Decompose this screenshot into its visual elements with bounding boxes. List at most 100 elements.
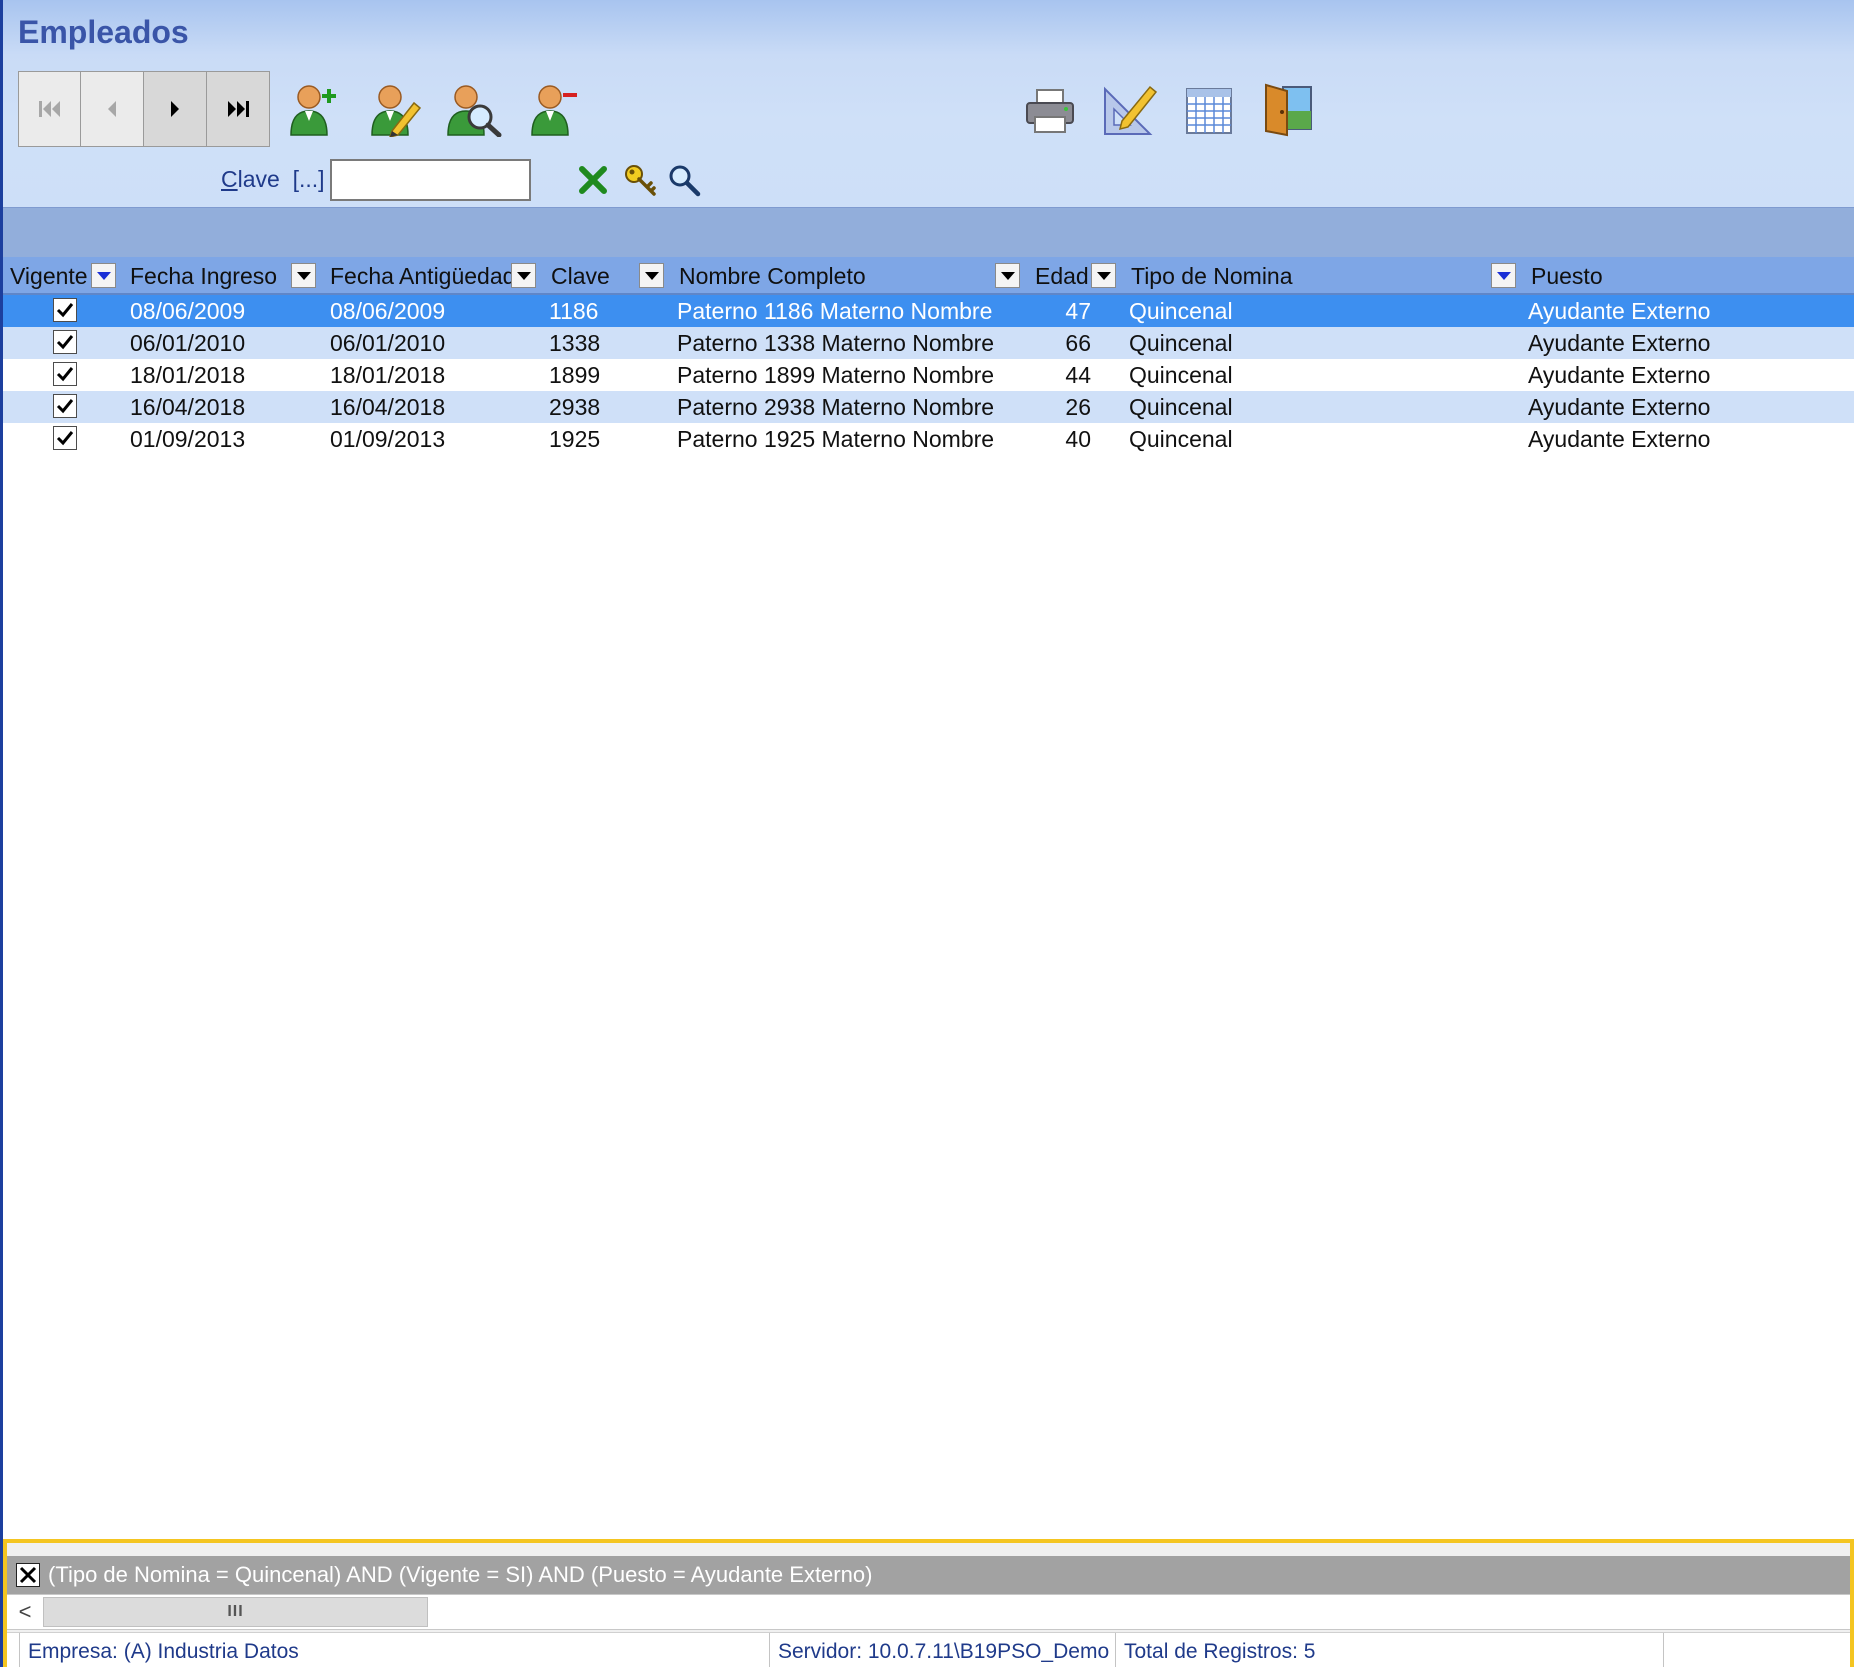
clave-search-input[interactable] bbox=[330, 159, 531, 201]
toolbar-area: Empleados Clave [...] bbox=[3, 0, 1854, 207]
cell-fecha-ingreso: 08/06/2009 bbox=[130, 298, 246, 324]
cell-clave: 1186 bbox=[549, 298, 599, 324]
cell-tipo-nomina: Quincenal bbox=[1129, 426, 1233, 452]
cell-fecha-ingreso: 16/04/2018 bbox=[130, 394, 246, 420]
last-record-icon bbox=[228, 101, 249, 117]
add-employee-icon bbox=[290, 85, 336, 136]
column-header-vigente[interactable]: Vigente bbox=[10, 257, 88, 295]
key-search-button[interactable] bbox=[623, 163, 657, 197]
status-empty-panel bbox=[1663, 1633, 1850, 1667]
cell-nombre: Paterno 1186 Materno Nombre bbox=[677, 298, 993, 324]
close-icon bbox=[19, 1566, 37, 1584]
cell-puesto: Ayudante Externo bbox=[1528, 330, 1711, 356]
chevron-down-icon bbox=[644, 271, 659, 280]
vigente-checkbox[interactable] bbox=[53, 362, 77, 386]
print-button[interactable] bbox=[1022, 83, 1078, 139]
last-record-button[interactable] bbox=[207, 71, 270, 147]
exit-button[interactable] bbox=[1261, 81, 1317, 137]
chevron-down-icon bbox=[296, 271, 311, 280]
cell-nombre: Paterno 1338 Materno Nombre bbox=[677, 330, 995, 356]
status-bar: Empresa: (A) Industria Datos Servidor: 1… bbox=[7, 1632, 1850, 1667]
cell-fecha-antiguedad: 01/09/2013 bbox=[330, 426, 446, 452]
column-header-puesto[interactable]: Puesto bbox=[1531, 257, 1603, 295]
search-employee-icon bbox=[447, 85, 502, 137]
printer-icon bbox=[1026, 89, 1074, 133]
cell-puesto: Ayudante Externo bbox=[1528, 362, 1711, 388]
add-employee-button[interactable] bbox=[286, 81, 342, 137]
filter-dropdown-fecha-ingreso[interactable] bbox=[291, 263, 316, 288]
cell-edad: 40 bbox=[1065, 426, 1091, 452]
clave-label-hotkey: C bbox=[221, 166, 238, 192]
vigente-checkbox[interactable] bbox=[53, 394, 77, 418]
column-header-nombre-completo[interactable]: Nombre Completo bbox=[679, 257, 866, 295]
group-by-band bbox=[3, 207, 1854, 257]
active-filter-text[interactable]: (Tipo de Nomina = Quincenal) AND (Vigent… bbox=[48, 1556, 872, 1594]
cell-clave: 2938 bbox=[549, 394, 601, 420]
edit-employee-icon bbox=[371, 85, 422, 137]
previous-record-button[interactable] bbox=[81, 71, 144, 147]
cell-edad: 47 bbox=[1065, 298, 1091, 324]
column-header-fecha-ingreso[interactable]: Fecha Ingreso bbox=[130, 257, 277, 295]
design-button[interactable] bbox=[1102, 81, 1158, 137]
first-record-button[interactable] bbox=[18, 71, 81, 147]
cell-clave: 1899 bbox=[549, 362, 601, 388]
chevron-down-icon bbox=[1096, 271, 1111, 280]
design-ruler-icon bbox=[1104, 85, 1158, 135]
table-row[interactable]: 06/01/2010 06/01/2010 1338 Paterno 1338 … bbox=[3, 327, 1854, 359]
vigente-checkbox[interactable] bbox=[53, 330, 77, 354]
edit-employee-button[interactable] bbox=[367, 81, 423, 137]
filter-dropdown-nombre-completo[interactable] bbox=[995, 263, 1020, 288]
cell-clave: 1925 bbox=[549, 426, 601, 452]
clear-filter-button[interactable] bbox=[16, 1563, 40, 1587]
table-row[interactable]: 01/09/2013 01/09/2013 1925 Paterno 1925 … bbox=[3, 423, 1854, 455]
next-record-button[interactable] bbox=[144, 71, 207, 147]
cell-fecha-ingreso: 18/01/2018 bbox=[130, 362, 246, 388]
column-header-tipo-nomina[interactable]: Tipo de Nomina bbox=[1131, 257, 1293, 295]
column-header-clave[interactable]: Clave bbox=[551, 257, 610, 295]
filter-dropdown-clave[interactable] bbox=[639, 263, 664, 288]
cell-puesto: Ayudante Externo bbox=[1528, 426, 1711, 452]
column-header-fecha-antiguedad[interactable]: Fecha Antigüedad bbox=[330, 257, 515, 295]
cell-fecha-antiguedad: 08/06/2009 bbox=[330, 298, 446, 324]
scrollbar-thumb[interactable]: III bbox=[43, 1597, 428, 1627]
search-employee-button[interactable] bbox=[446, 81, 502, 137]
cell-puesto: Ayudante Externo bbox=[1528, 394, 1711, 420]
cell-tipo-nomina: Quincenal bbox=[1129, 394, 1233, 420]
cell-nombre: Paterno 1925 Materno Nombre bbox=[677, 426, 995, 452]
clave-search-label[interactable]: Clave [...] bbox=[221, 166, 325, 193]
filter-dropdown-tipo-nomina[interactable] bbox=[1491, 263, 1516, 288]
grid-icon bbox=[1186, 88, 1232, 134]
table-row[interactable]: 08/06/2009 08/06/2009 1186 Paterno 1186 … bbox=[3, 295, 1854, 327]
remove-employee-button[interactable] bbox=[527, 81, 583, 137]
first-record-icon bbox=[38, 101, 60, 117]
status-total: Total de Registros: 5 bbox=[1115, 1633, 1663, 1667]
checkmark-icon bbox=[56, 431, 74, 446]
cell-clave: 1338 bbox=[549, 330, 601, 356]
vigente-checkbox[interactable] bbox=[53, 426, 77, 450]
grid-body: 08/06/2009 08/06/2009 1186 Paterno 1186 … bbox=[3, 295, 1854, 455]
filter-dropdown-fecha-antiguedad[interactable] bbox=[511, 263, 536, 288]
cell-tipo-nomina: Quincenal bbox=[1129, 330, 1233, 356]
checkmark-icon bbox=[56, 335, 74, 350]
find-button[interactable] bbox=[667, 163, 701, 197]
cell-tipo-nomina: Quincenal bbox=[1129, 362, 1233, 388]
cell-puesto: Ayudante Externo bbox=[1528, 298, 1711, 324]
clear-search-button[interactable] bbox=[576, 163, 610, 197]
window-title: Empleados bbox=[18, 14, 189, 50]
filter-dropdown-vigente[interactable] bbox=[91, 263, 116, 288]
table-row[interactable]: 18/01/2018 18/01/2018 1899 Paterno 1899 … bbox=[3, 359, 1854, 391]
status-empresa: Empresa: (A) Industria Datos bbox=[19, 1633, 769, 1667]
grid-view-button[interactable] bbox=[1181, 83, 1237, 139]
column-header-edad[interactable]: Edad bbox=[1035, 257, 1089, 295]
employees-window: Empleados Clave [...] Vigente Fecha Ingr… bbox=[0, 0, 1854, 1667]
remove-employee-icon bbox=[531, 85, 577, 136]
checkmark-icon bbox=[56, 367, 74, 382]
scroll-left-button[interactable]: < bbox=[10, 1596, 40, 1628]
vigente-checkbox[interactable] bbox=[53, 298, 77, 322]
horizontal-scrollbar[interactable]: < III bbox=[7, 1594, 1850, 1630]
table-row[interactable]: 16/04/2018 16/04/2018 2938 Paterno 2938 … bbox=[3, 391, 1854, 423]
status-servidor: Servidor: 10.0.7.11\B19PSO_Demo bbox=[769, 1633, 1115, 1667]
key-icon bbox=[625, 165, 656, 196]
cell-fecha-ingreso: 01/09/2013 bbox=[130, 426, 246, 452]
filter-dropdown-edad[interactable] bbox=[1091, 263, 1116, 288]
